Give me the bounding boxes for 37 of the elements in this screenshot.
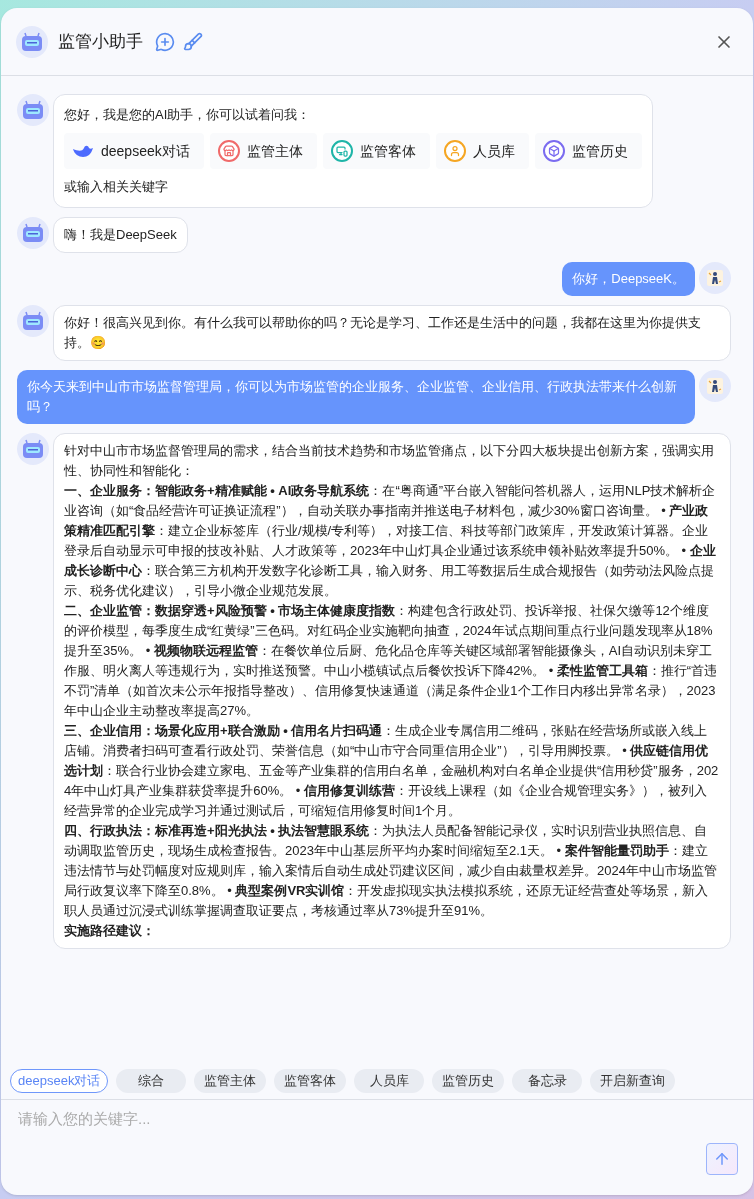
message-text: 嗨！我是DeepSeek bbox=[64, 226, 177, 244]
message-text: 你今天来到中山市市场监督管理局，你可以为市场监管的企业服务、企业监管、企业信用、行政执法带来什么创新吗？ bbox=[27, 378, 678, 416]
robot-avatar-icon bbox=[17, 217, 49, 249]
shortcut-button[interactable]: 人员库 bbox=[435, 133, 529, 169]
message-text: 一、企业服务：智能政务+精准赋能 • AI政务导航系统：在“粤商通”平台嵌入智能问答机器人，运用NLP技术解析企业咨询（如“食品经营许可证换证流程”），自动关联办事指南并推送电子材料包，减少30%窗口咨询量。 • 产业政策精准匹配引擎：建立企业标签库（行业/规模/专利等），对接工信、科技等部门政策库，开发政策计算器。企业登录后自动显示可申报的技改补贴、人才政策等，2023年中山灯具企业通过该系统申领补贴效率提升50%。 • 企业成长诊断中心：联合第三方机构开发数字化诊断工具，输入财务、用工等数据后生成合规报告（如劳动法风险点提示、税务优化建议），引导小微企业规范发展。 bbox=[64, 482, 717, 600]
shortcut-button[interactable]: 监管历史 bbox=[534, 133, 642, 169]
hint-text: 或输入相关关键字 bbox=[64, 178, 169, 196]
window-title: 监管小助手 bbox=[58, 30, 143, 53]
shortcut-button[interactable]: deepseek对话 bbox=[64, 133, 204, 169]
message-text: 四、行政执法：标准再造+阳光执法 • 执法智慧眼系统：为执法人员配备智能记录仪，实时识别营业执照信息、自动调取监管历史，现场生成检查报告。2023年中山基层所平均办案时间缩短至2.1天。 • 案件智能量罚助手：建立违法情节与处罚幅度对应规则库，输入案情后自动生成处罚建议区间，减少自由裁量权差异。2024年中山市场监管局行政复议率下降至0.8%。 • 典型案例VR实训馆：开发虚拟现实执法模拟系统，还原无证经营查处等场景，新入职人员通过沉浸式训练掌握调查取证要点，考核通过率从73%提升至91%。 bbox=[64, 822, 718, 920]
user-avatar-icon bbox=[699, 262, 731, 294]
message-text: 针对中山市市场监督管理局的需求，结合当前技术趋势和市场监管痛点，以下分四大板块提出创新方案，强调实用性、协同性和智能化： bbox=[64, 442, 715, 480]
robot-avatar-icon bbox=[16, 25, 48, 58]
message-text: 你好！很高兴见到你。有什么我可以帮助你的吗？无论是学习、工作还是生活中的问题，我都在这里为你提供支持。😊 bbox=[64, 314, 702, 352]
new-chat-icon[interactable] bbox=[155, 31, 175, 52]
welcome-text: 您好，我是您的AI助手，你可以试着问我： bbox=[64, 106, 312, 124]
quick-tab[interactable]: 监管历史 bbox=[432, 1069, 505, 1093]
quick-tab[interactable]: 人员库 bbox=[354, 1069, 425, 1093]
quick-tab[interactable]: deepseek对话 bbox=[10, 1069, 109, 1093]
quick-tab[interactable]: 备忘录 bbox=[512, 1069, 583, 1093]
message-text: 二、企业监管：数据穿透+风险预警 • 市场主体健康度指数：构建包含行政处罚、投诉举报、社保欠缴等12个维度的评价模型，每季度生成“红黄绿”三色码。对红码企业实施靶向抽查，2024年试点期间重点行业问题发现率从18%提升至35%。 • 视频物联远程监管：在餐饮单位后厨、危化品仓库等关键区域部署智能摄像头，AI自动识别未穿工作服、明火离人等违规行为，实时推送预警。中山小榄镇试点后餐饮投诉下降42%。 • 柔性监管工具箱：推行“首违不罚”清单（如首次未公示年报指导整改）、信用修复快速通道（满足条件企业1个工作日内移出异常名录），2023年中山企业主动整改率提高27%。 bbox=[64, 602, 719, 720]
user-avatar-icon bbox=[699, 370, 731, 402]
shortcut-button[interactable]: 监管主体 bbox=[209, 133, 317, 169]
robot-avatar-icon bbox=[17, 305, 49, 337]
robot-avatar-icon bbox=[17, 433, 49, 465]
shortcut-button[interactable]: 监管客体 bbox=[322, 133, 430, 169]
message-text: 你好，DeepseeK。 bbox=[572, 270, 685, 288]
robot-avatar-icon bbox=[17, 94, 49, 126]
quick-tab[interactable]: 开启新查询 bbox=[590, 1069, 676, 1093]
quick-tab[interactable]: 综合 bbox=[116, 1069, 187, 1093]
message-text: 三、企业信用：场景化应用+联合激励 • 信用名片扫码通：生成企业专属信用二维码，张贴在经营场所或嵌入线上店铺。消费者扫码可查看行政处罚、荣誉信息（如“中山市守合同重信用企业”），引导用脚投票。 • 供应链信用优选计划：联合行业协会建立家电、五金等产业集群的信用白名单，金融机构对白名单企业提供“信用秒贷”服务，2024年中山灯具产业集群获贷率提升60%。 • 信用修复训练营：开设线上课程（如《企业合规管理实务》），被列入经营异常的企业完成学习并通过测试后，可缩短信用修复时间1个月。 bbox=[64, 722, 720, 820]
quick-tab[interactable]: 监管客体 bbox=[274, 1069, 347, 1093]
keyword-field[interactable]: 请输入您的关键字... bbox=[1, 1100, 753, 1195]
message-text: 实施路径建议： bbox=[64, 922, 156, 940]
send-button[interactable] bbox=[706, 1143, 738, 1175]
brush-icon[interactable] bbox=[183, 31, 203, 52]
quick-tab[interactable]: 监管主体 bbox=[194, 1069, 267, 1093]
